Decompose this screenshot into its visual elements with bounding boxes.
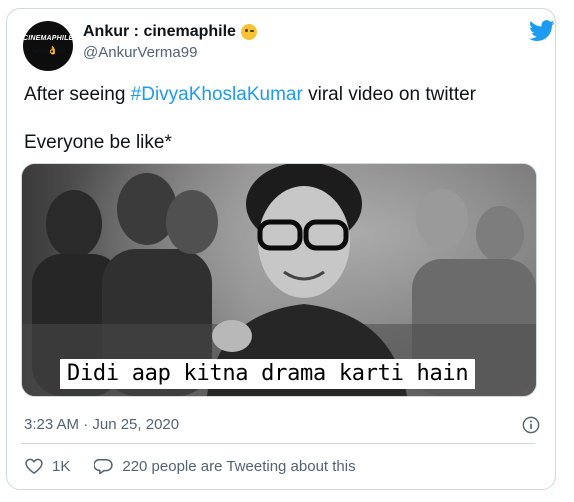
heart-icon xyxy=(25,458,43,474)
author-handle[interactable]: @AnkurVerma99 xyxy=(83,44,257,61)
author-block[interactable]: Ankur : cinemaphile @AnkurVerma99 xyxy=(83,22,257,61)
like-count: 1K xyxy=(52,457,71,475)
conversation-text: 220 people are Tweeting about this xyxy=(122,457,356,475)
divider xyxy=(21,443,535,444)
winking-face-emoji xyxy=(240,24,257,40)
tweet-text: After seeing #DivyaKhoslaKumar viral vid… xyxy=(24,83,534,155)
tweet-timestamp[interactable]: 3:23 AM · Jun 25, 2020 xyxy=(24,416,179,433)
twitter-bird-icon[interactable] xyxy=(529,20,555,42)
author-name[interactable]: Ankur : cinemaphile xyxy=(83,23,236,41)
tweet-actions: 1K 220 people are Tweeting about this xyxy=(24,456,356,476)
info-icon[interactable] xyxy=(522,416,540,434)
speech-bubble-icon xyxy=(94,459,113,475)
tweet-text-line1-end: viral video on twitter xyxy=(302,84,476,105)
avatar-emojis: 😂😂👌😂 xyxy=(30,46,66,55)
tweet-text-line2: Everyone be like* xyxy=(24,132,172,153)
avatar-logo-text: CINEMAPHILE xyxy=(23,35,73,42)
avatar[interactable]: CINEMAPHILE 😂😂👌😂 xyxy=(23,21,73,71)
like-button[interactable]: 1K xyxy=(24,456,70,476)
conversation-button[interactable]: 220 people are Tweeting about this xyxy=(94,456,356,476)
tweet-text-line1-start: After seeing xyxy=(24,84,131,105)
hashtag-link[interactable]: #DivyaKhoslaKumar xyxy=(131,84,303,105)
tweet-media[interactable]: Didi aap kitna drama karti hain xyxy=(21,163,537,397)
meme-caption: Didi aap kitna drama karti hain xyxy=(60,359,476,389)
